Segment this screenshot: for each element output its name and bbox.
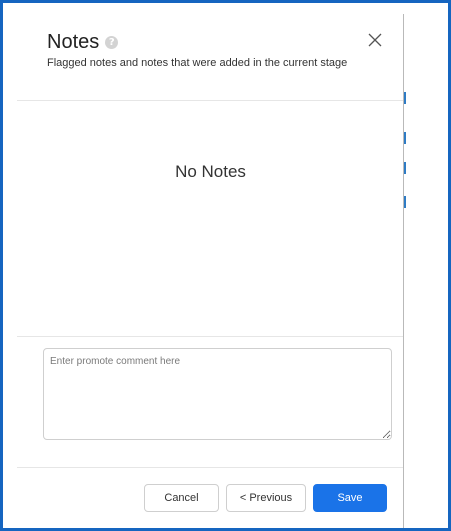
background-marker xyxy=(404,162,406,174)
background-marker xyxy=(404,92,406,104)
notes-dialog: Notes ? Flagged notes and notes that wer… xyxy=(17,14,404,528)
notes-list: No Notes xyxy=(17,102,404,337)
dialog-header: Notes ? Flagged notes and notes that wer… xyxy=(17,14,404,101)
close-icon[interactable] xyxy=(367,32,383,48)
dialog-title: Notes xyxy=(47,31,100,53)
dialog-footer: Cancel < Previous Save xyxy=(17,467,404,528)
background-page xyxy=(404,14,448,528)
empty-notes-message: No Notes xyxy=(175,162,246,181)
dialog-divider xyxy=(403,14,404,528)
background-marker xyxy=(404,132,406,144)
title-row: Notes ? xyxy=(47,31,119,53)
cancel-button[interactable]: Cancel xyxy=(144,484,219,512)
save-button[interactable]: Save xyxy=(313,484,387,512)
dialog-subtitle: Flagged notes and notes that were added … xyxy=(47,57,348,69)
promote-comment-input[interactable] xyxy=(43,348,392,440)
question-icon[interactable]: ? xyxy=(105,35,119,49)
previous-button[interactable]: < Previous xyxy=(226,484,306,512)
background-marker xyxy=(404,196,406,208)
